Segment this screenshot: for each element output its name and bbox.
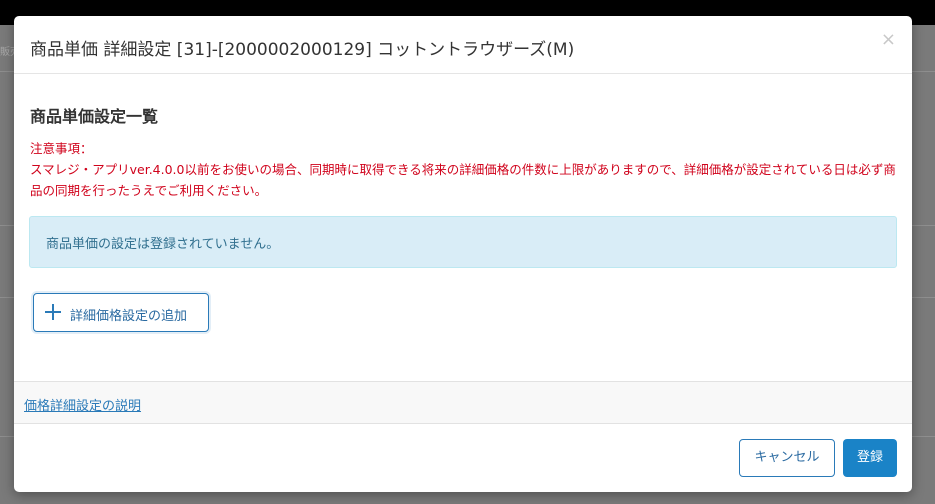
save-button[interactable]: 登録 <box>843 439 897 477</box>
plus-icon <box>45 301 61 320</box>
add-detail-price-button[interactable]: 詳細価格設定の追加 <box>33 293 209 332</box>
cancel-button[interactable]: キャンセル <box>739 439 835 477</box>
help-row: 価格詳細設定の説明 <box>14 381 912 424</box>
notice-block: 注意事項： スマレジ・アプリver.4.0.0以前をお使いの場合、同期時に取得で… <box>30 138 900 201</box>
notice-body: スマレジ・アプリver.4.0.0以前をお使いの場合、同期時に取得できる将来の詳… <box>30 162 896 198</box>
section-title: 商品単価設定一覧 <box>30 107 159 126</box>
notice-heading: 注意事項： <box>30 141 93 156</box>
close-icon[interactable]: × <box>881 30 896 50</box>
info-alert: 商品単価の設定は登録されていません。 <box>29 216 897 268</box>
help-link[interactable]: 価格詳細設定の説明 <box>24 395 141 414</box>
modal-title: 商品単価 詳細設定 [31]-[2000002000129] コットントラウザー… <box>30 40 575 60</box>
add-detail-price-label: 詳細価格設定の追加 <box>70 309 188 324</box>
price-detail-modal: 商品単価 詳細設定 [31]-[2000002000129] コットントラウザー… <box>14 16 912 492</box>
alert-message: 商品単価の設定は登録されていません。 <box>46 237 280 252</box>
modal-header: 商品単価 詳細設定 [31]-[2000002000129] コットントラウザー… <box>14 16 912 74</box>
